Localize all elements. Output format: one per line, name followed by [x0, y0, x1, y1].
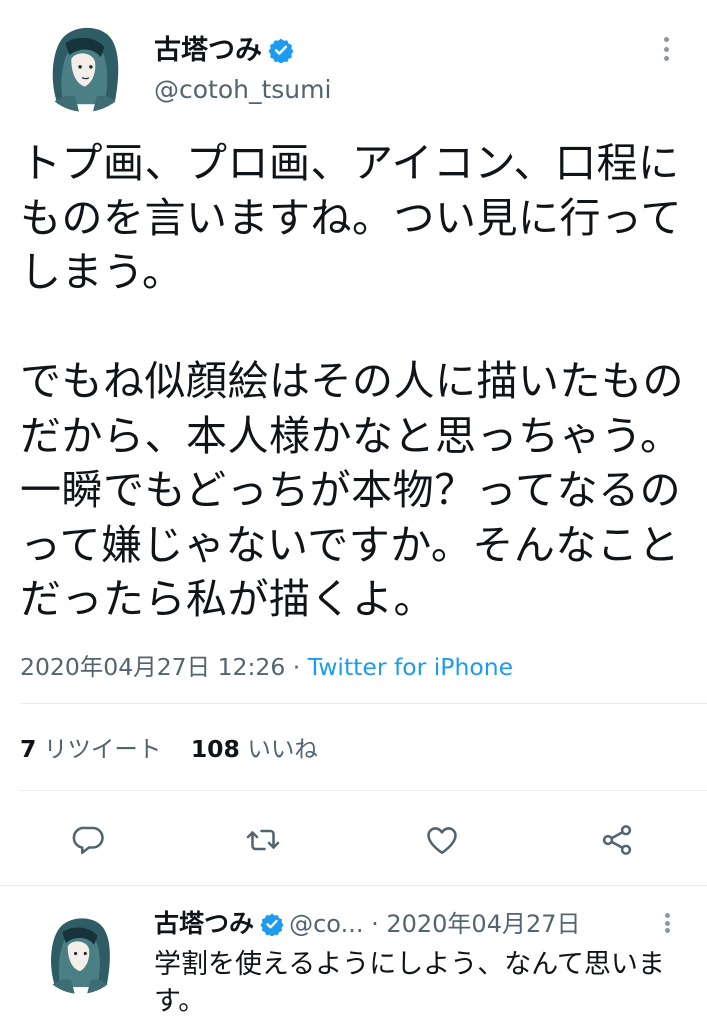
divider [20, 790, 707, 791]
heart-icon [427, 827, 457, 855]
verified-badge-icon [268, 37, 294, 63]
reply-button[interactable] [67, 818, 111, 862]
tweet-stats: 7 リツイート 108 いいね [20, 730, 340, 764]
retweet-button[interactable] [241, 818, 285, 862]
reply-text: 学割を使えるようにしよう、なんて思います。 [154, 949, 665, 1017]
divider [0, 885, 707, 886]
tweet-timestamp[interactable]: 2020年04月27日 12:26 [20, 653, 285, 681]
retweet-icon [246, 829, 280, 851]
reply-author-name[interactable]: 古塔つみ [154, 909, 254, 938]
verified-badge-icon [260, 912, 284, 936]
more-options-icon[interactable] [656, 34, 676, 64]
like-stat[interactable]: 108 いいね [191, 735, 318, 763]
avatar[interactable] [36, 14, 134, 112]
reply-avatar[interactable] [36, 906, 124, 994]
divider [20, 703, 707, 704]
retweet-count: 7 [20, 735, 37, 763]
tweet-source[interactable]: Twitter for iPhone [308, 653, 513, 681]
retweet-stat[interactable]: 7 リツイート [20, 735, 161, 763]
avatar-illustration [36, 14, 134, 112]
like-count: 108 [190, 735, 240, 763]
reply-header: 古塔つみ @co... · 2020年04月27日 [154, 904, 664, 940]
reply-icon [72, 826, 104, 855]
share-button[interactable] [595, 818, 639, 862]
tweet-paragraph: トプ画、プロ画、アイコン、口程にものを言いますね。つい見に行ってしまう。 [20, 139, 682, 296]
author-handle[interactable]: @cotoh_tsumi [154, 75, 331, 104]
reply-separator: · [363, 910, 387, 938]
reply-author-handle[interactable]: @co... [289, 910, 363, 938]
author-name-text: 古塔つみ [154, 35, 262, 66]
reply-date[interactable]: 2020年04月27日 [386, 910, 580, 938]
avatar-illustration [36, 906, 124, 994]
share-icon [602, 825, 632, 855]
tweet-paragraph: でもね似顔絵はその人に描いたものだから、本人様かなと思っちゃう。一瞬でもどっちが… [20, 357, 684, 623]
tweet-meta: 2020年04月27日 12:26 · Twitter for iPhone [20, 648, 513, 682]
retweet-label: リツイート [43, 735, 162, 763]
like-label: いいね [247, 735, 318, 763]
more-options-icon[interactable] [657, 910, 677, 936]
like-button[interactable] [420, 818, 464, 862]
meta-separator: · [285, 653, 308, 681]
author-name[interactable]: 古塔つみ [154, 28, 294, 67]
tweet-text: トプ画、プロ画、アイコン、口程にものを言いますね。つい見に行ってしまう。 でもね… [20, 136, 695, 627]
